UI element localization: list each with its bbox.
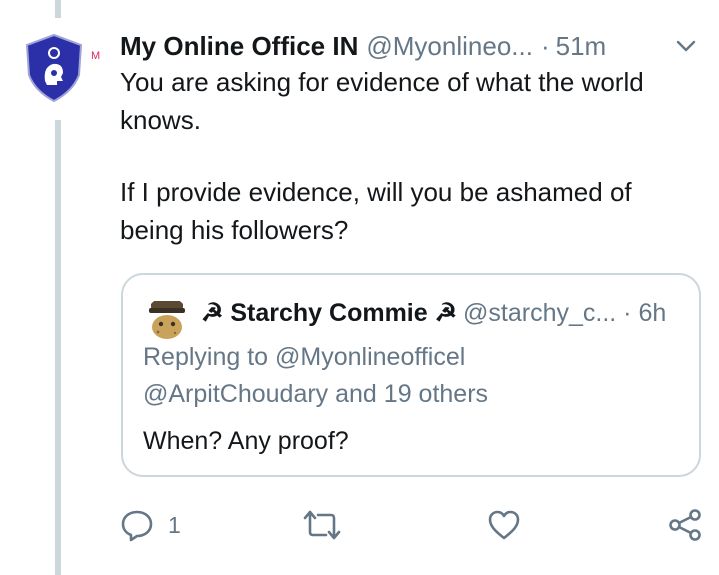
tweet-paragraph: You are asking for evidence of what the … — [120, 67, 644, 135]
retweet-icon — [302, 508, 342, 542]
thread-line — [55, 120, 61, 575]
like-button[interactable] — [487, 505, 521, 545]
quoted-author-name[interactable]: ☭ Starchy Commie ☭ — [201, 299, 457, 327]
tweet-paragraph: If I provide evidence, will you be asham… — [120, 177, 632, 245]
like-icon — [487, 509, 521, 541]
thread-line — [55, 0, 61, 18]
quoted-author-handle[interactable]: @starchy_c... — [463, 299, 616, 327]
reply-count: 1 — [168, 511, 181, 538]
share-icon — [668, 508, 702, 542]
author-avatar[interactable] — [23, 33, 85, 103]
chevron-down-icon[interactable] — [672, 34, 700, 58]
verified-mark: M — [91, 50, 101, 62]
author-handle[interactable]: @Myonlineo... — [366, 31, 533, 61]
share-button[interactable] — [668, 505, 702, 545]
tweet-body: You are asking for evidence of what the … — [120, 63, 700, 249]
tweet-header: My Online Office IN @Myonlineo... · 51m — [120, 26, 700, 66]
quoted-tweet[interactable]: ☭ Starchy Commie ☭ @starchy_c... · 6h Rep… — [121, 273, 701, 477]
reply-button[interactable]: 1 — [120, 505, 181, 545]
retweet-button[interactable] — [302, 505, 342, 545]
replying-to-line[interactable]: @ArpitChoudary and 19 others — [143, 376, 488, 413]
replying-to-line[interactable]: Replying to @Myonlineofficel — [143, 339, 488, 376]
replying-to: Replying to @Myonlineofficel @ArpitChoud… — [143, 339, 488, 413]
quoted-header: ☭ Starchy Commie ☭ @starchy_c... · 6h — [201, 295, 666, 331]
reply-icon — [120, 508, 154, 542]
tweet-time[interactable]: 51m — [556, 31, 607, 61]
author-name[interactable]: My Online Office IN — [120, 31, 358, 61]
quoted-time[interactable]: · 6h — [623, 299, 666, 327]
quoted-author-avatar — [145, 297, 189, 341]
separator: · — [540, 31, 550, 61]
quoted-text: When? Any proof? — [143, 427, 349, 455]
